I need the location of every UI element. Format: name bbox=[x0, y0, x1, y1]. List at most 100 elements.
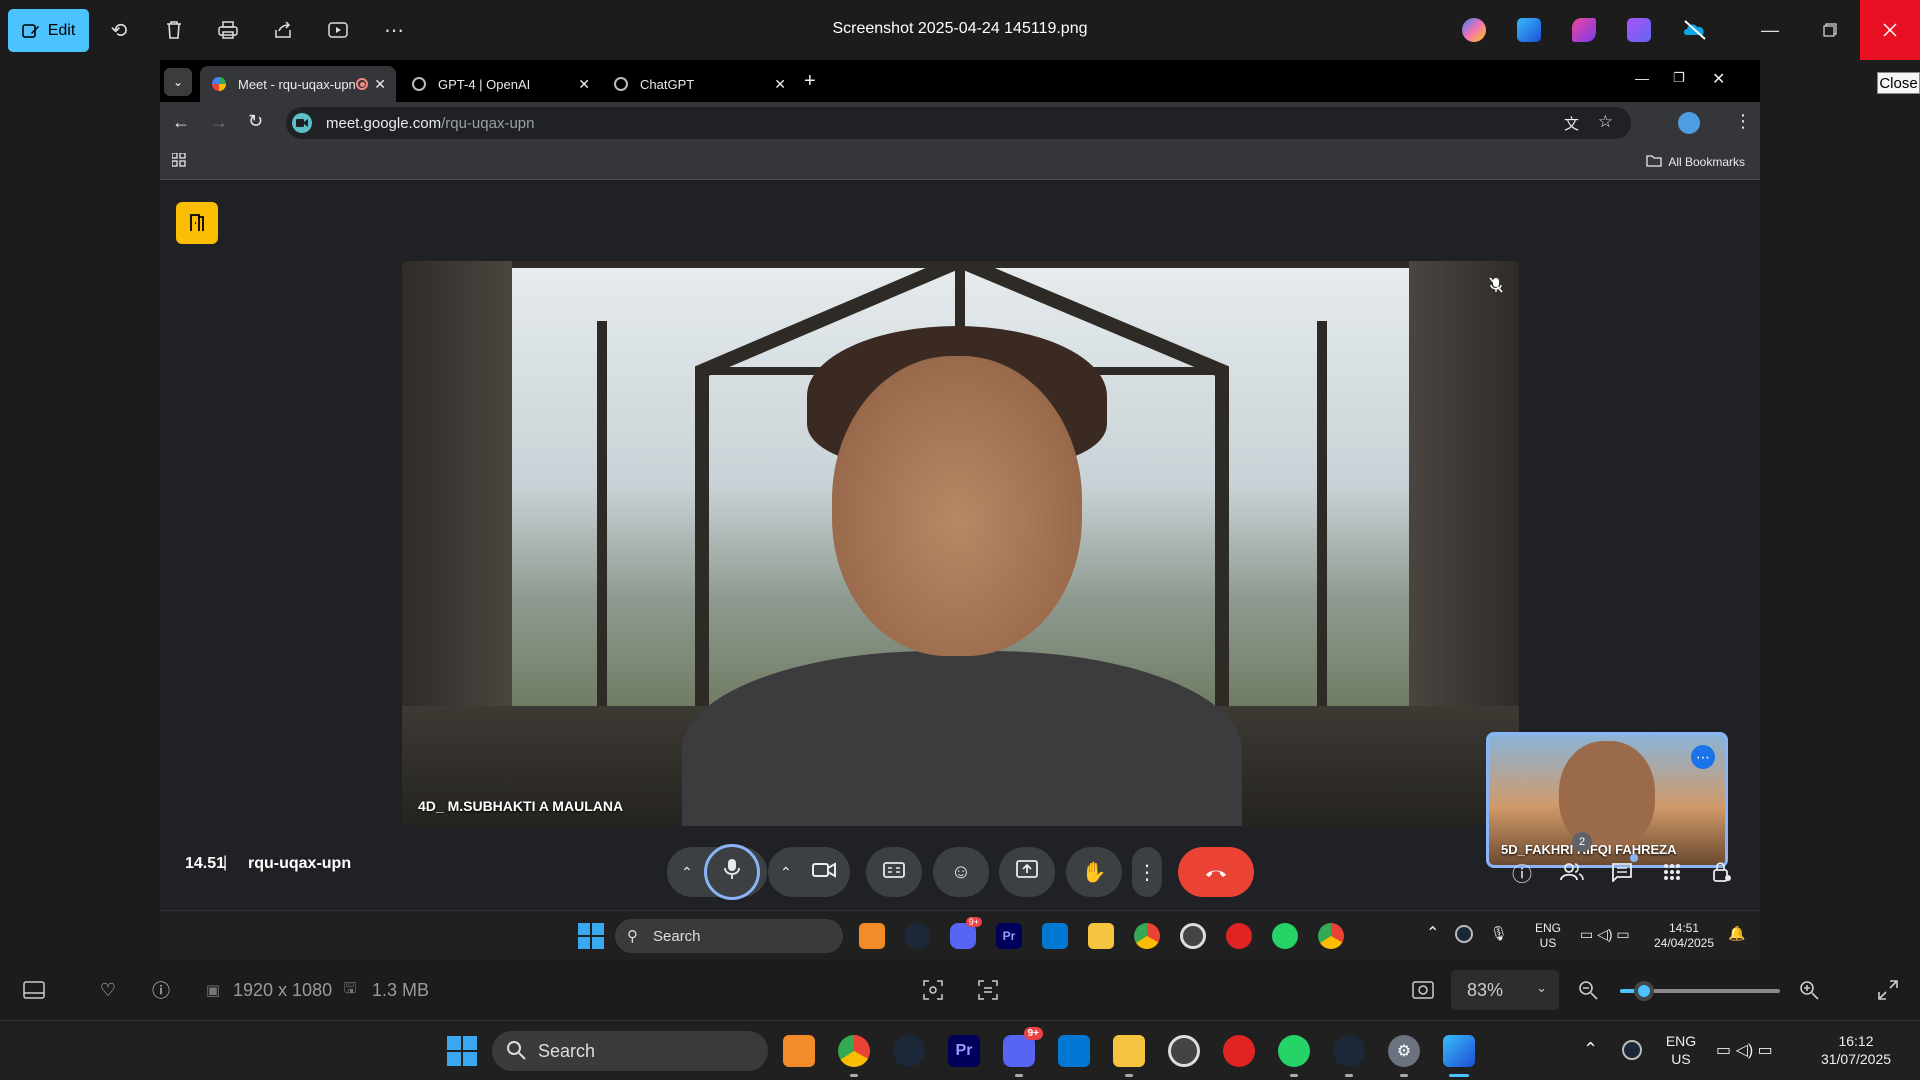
tray-network-volume-battery-icons[interactable]: ▭ ◁) ▭ bbox=[1580, 926, 1630, 943]
filmstrip-icon[interactable] bbox=[22, 978, 46, 1002]
chrome-active-icon[interactable] bbox=[1318, 923, 1344, 949]
app-a-icon[interactable] bbox=[783, 1035, 815, 1067]
favorite-heart-icon[interactable]: ♡ bbox=[96, 978, 120, 1002]
browser-minimize-button[interactable]: — bbox=[1635, 70, 1649, 86]
zoom-slider[interactable] bbox=[1620, 981, 1780, 1001]
tray-overflow-icon[interactable]: ⌃ bbox=[1583, 1039, 1598, 1060]
video-settings-chevron-icon[interactable]: ⌃ bbox=[780, 864, 792, 881]
taskbar-search-box[interactable]: ⚲ Search bbox=[615, 919, 843, 953]
fullscreen-icon[interactable] bbox=[1876, 978, 1900, 1002]
tray-mic-icon[interactable]: 🎙 bbox=[1490, 925, 1508, 942]
steam-2-icon[interactable] bbox=[1333, 1035, 1365, 1067]
close-icon[interactable]: ✕ bbox=[374, 76, 386, 93]
translate-icon[interactable]: 文 bbox=[1564, 113, 1579, 134]
zoom-dropdown[interactable]: 83% ⌄ bbox=[1451, 970, 1559, 1010]
zoom-slider-thumb[interactable] bbox=[1634, 981, 1654, 1001]
browser-menu-icon[interactable]: ⋮ bbox=[1734, 111, 1752, 132]
whatsapp-icon[interactable] bbox=[1272, 923, 1298, 949]
captions-button[interactable] bbox=[866, 847, 922, 897]
zoom-in-icon[interactable] bbox=[1797, 978, 1821, 1002]
premiere-icon[interactable]: Pr bbox=[996, 923, 1022, 949]
camera-button[interactable]: ⌃ bbox=[768, 847, 850, 897]
meeting-info-icon[interactable]: ⓘ bbox=[1506, 856, 1538, 888]
file-explorer-icon[interactable] bbox=[1113, 1035, 1145, 1067]
people-icon[interactable] bbox=[1556, 856, 1588, 888]
ubisoft-icon[interactable] bbox=[1168, 1035, 1200, 1067]
system-clock[interactable]: 16:12 31/07/2025 bbox=[1814, 1032, 1898, 1068]
photos-app-icon[interactable] bbox=[1443, 1035, 1475, 1067]
tab-gpt4[interactable]: GPT-4 | OpenAI ✕ bbox=[400, 66, 600, 102]
raise-hand-button[interactable]: ✋ bbox=[1066, 847, 1122, 897]
back-icon[interactable]: ← bbox=[172, 112, 190, 133]
tab-meet[interactable]: Meet - rqu-uqax-upn ✕ bbox=[200, 66, 396, 102]
site-info-icon[interactable] bbox=[292, 113, 312, 133]
door-icon[interactable] bbox=[176, 202, 218, 244]
settings-gear-icon[interactable]: ⚙ bbox=[1388, 1035, 1420, 1067]
new-tab-button[interactable]: + bbox=[804, 70, 816, 93]
windows-start-icon[interactable] bbox=[578, 923, 604, 954]
activities-grid-icon[interactable] bbox=[1656, 856, 1688, 888]
discord-icon[interactable]: 9+ bbox=[1003, 1027, 1043, 1067]
premiere-icon[interactable]: Pr bbox=[948, 1035, 980, 1067]
reload-icon[interactable]: ↻ bbox=[248, 111, 263, 132]
self-view-tile[interactable]: ⋯ 5D_FAKHRI RIFQI FAHREZA bbox=[1486, 732, 1728, 868]
forward-icon[interactable]: → bbox=[210, 112, 228, 133]
browser-restore-button[interactable]: ❐ bbox=[1673, 70, 1685, 86]
chrome-icon[interactable] bbox=[838, 1035, 870, 1067]
tray-steam-icon[interactable] bbox=[1455, 925, 1473, 943]
discord-icon[interactable]: 9+ bbox=[950, 917, 982, 949]
bookmark-star-icon[interactable]: ☆ bbox=[1598, 112, 1613, 132]
copilot-icon[interactable] bbox=[1462, 18, 1486, 42]
inner-clock[interactable]: 14:51 24/04/2025 bbox=[1646, 921, 1722, 951]
restore-button[interactable] bbox=[1800, 0, 1860, 60]
steam-icon[interactable] bbox=[893, 1035, 925, 1067]
ubisoft-icon[interactable] bbox=[1180, 923, 1206, 949]
tab-search-button[interactable]: ⌄ bbox=[164, 68, 192, 96]
file-explorer-icon[interactable] bbox=[1088, 923, 1114, 949]
vscode-icon[interactable] bbox=[1042, 923, 1068, 949]
zoom-out-icon[interactable] bbox=[1576, 978, 1600, 1002]
tray-overflow-icon[interactable]: ⌃ bbox=[1426, 923, 1439, 943]
app-a-icon[interactable] bbox=[859, 923, 885, 949]
present-button[interactable] bbox=[999, 847, 1055, 897]
visual-search-icon[interactable] bbox=[921, 978, 945, 1002]
minimize-button[interactable]: — bbox=[1740, 0, 1800, 60]
language-indicator[interactable]: ENG US bbox=[1663, 1032, 1699, 1068]
reactions-button[interactable]: ☺ bbox=[933, 847, 989, 897]
vscode-icon[interactable] bbox=[1058, 1035, 1090, 1067]
photos-icon[interactable] bbox=[1517, 18, 1541, 42]
tray-network-volume-battery-icons[interactable]: ▭ ◁) ▭ bbox=[1716, 1040, 1773, 1060]
clipchamp-icon[interactable] bbox=[1627, 18, 1651, 42]
tab-chatgpt[interactable]: ChatGPT ✕ bbox=[602, 66, 796, 102]
apps-grid-icon[interactable] bbox=[171, 152, 186, 172]
designer-icon[interactable] bbox=[1572, 18, 1596, 42]
text-scan-icon[interactable] bbox=[976, 978, 1000, 1002]
mic-button[interactable] bbox=[704, 844, 760, 900]
app-red-icon[interactable] bbox=[1226, 923, 1252, 949]
address-bar[interactable]: meet.google.com/rqu-uqax-upn 文 ☆ bbox=[286, 107, 1631, 139]
tray-steam-icon[interactable] bbox=[1622, 1040, 1642, 1060]
taskbar-search-box[interactable]: Search bbox=[492, 1031, 768, 1071]
profile-avatar[interactable] bbox=[1678, 112, 1700, 134]
close-button[interactable] bbox=[1860, 0, 1920, 60]
more-options-icon[interactable]: ⋯ bbox=[1691, 745, 1715, 769]
steam-icon[interactable] bbox=[904, 923, 930, 949]
close-icon[interactable]: ✕ bbox=[774, 76, 786, 93]
close-icon[interactable]: ✕ bbox=[578, 76, 590, 93]
browser-close-button[interactable]: ✕ bbox=[1712, 69, 1725, 89]
leave-call-button[interactable] bbox=[1178, 847, 1254, 897]
main-participant-tile[interactable]: 4D_ M.SUBHAKTI A MAULANA bbox=[402, 261, 1519, 826]
app-red-icon[interactable] bbox=[1223, 1035, 1255, 1067]
audio-settings-chevron-icon[interactable]: ⌃ bbox=[681, 864, 693, 881]
inner-language-indicator[interactable]: ENG US bbox=[1530, 921, 1566, 951]
file-info-icon[interactable]: ⓘ bbox=[149, 978, 173, 1002]
all-bookmarks-button[interactable]: All Bookmarks bbox=[1646, 154, 1745, 170]
onedrive-off-icon[interactable] bbox=[1682, 18, 1706, 42]
whatsapp-icon[interactable] bbox=[1278, 1035, 1310, 1067]
more-options-button[interactable]: ⋮ bbox=[1132, 847, 1162, 897]
chat-icon[interactable] bbox=[1606, 854, 1638, 888]
host-controls-lock-icon[interactable] bbox=[1706, 856, 1738, 888]
fit-to-window-icon[interactable] bbox=[1411, 978, 1435, 1002]
windows-start-icon[interactable] bbox=[447, 1036, 477, 1071]
chrome-icon[interactable] bbox=[1134, 923, 1160, 949]
